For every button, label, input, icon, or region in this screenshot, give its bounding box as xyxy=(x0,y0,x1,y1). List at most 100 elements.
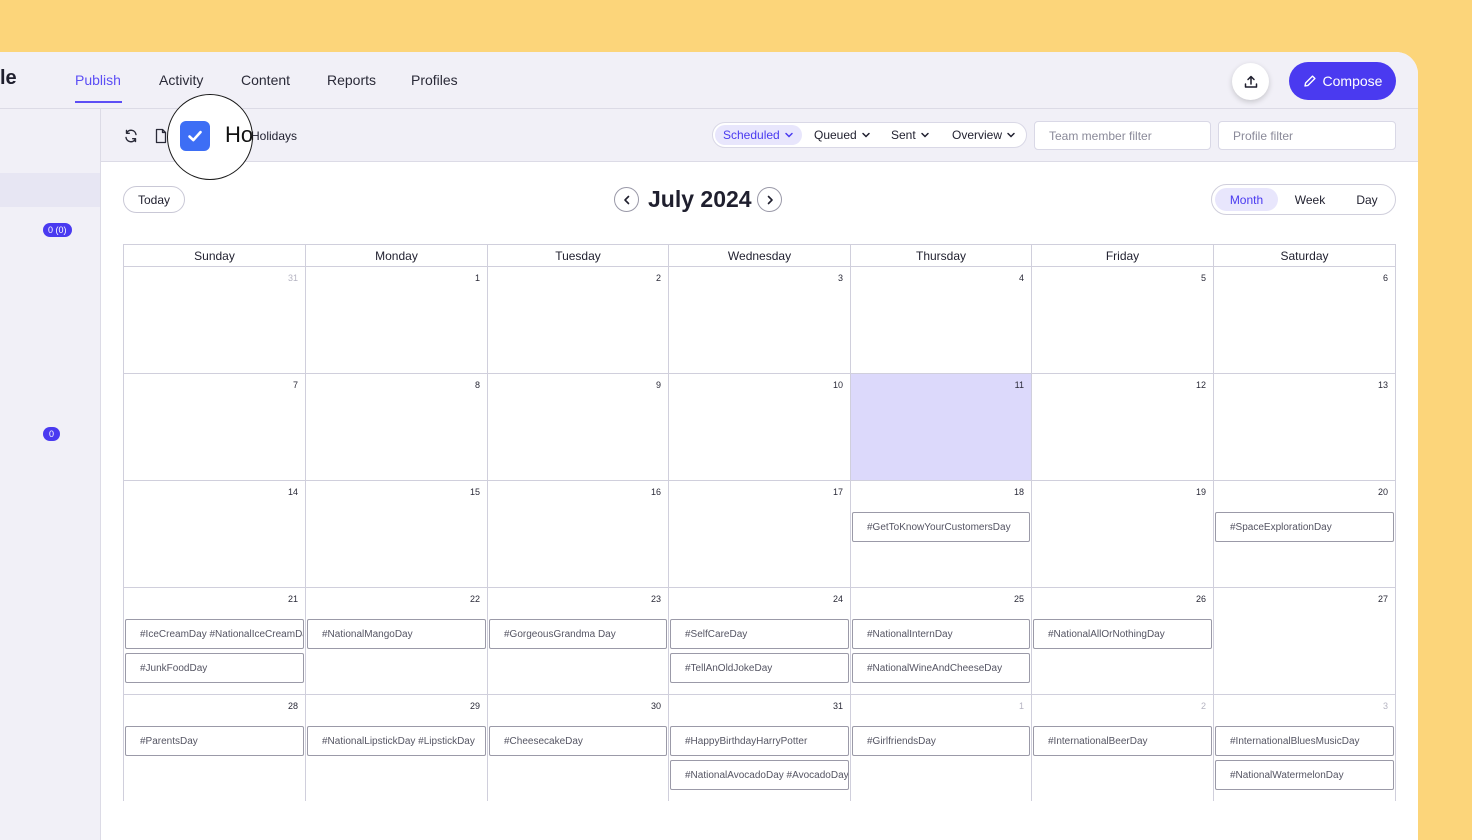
calendar-day-cell[interactable]: 27 xyxy=(1214,588,1395,695)
chevron-left-icon xyxy=(623,195,629,204)
chevron-right-icon xyxy=(767,195,773,204)
upload-icon xyxy=(1244,75,1257,88)
calendar-day-cell[interactable]: 25 #NationalInternDay #NationalWineAndChee… xyxy=(851,588,1032,695)
holiday-event[interactable]: #NationalWineAndCheeseDay xyxy=(852,653,1030,683)
tab-reports[interactable]: Reports xyxy=(327,72,376,88)
holiday-event[interactable]: #NationalMangoDay xyxy=(307,619,486,649)
calendar-day-cell[interactable]: 22 #NationalMangoDay xyxy=(306,588,488,695)
calendar-day-cell[interactable]: 7 xyxy=(124,374,306,481)
calendar-day-cell[interactable]: 20 #SpaceExplorationDay xyxy=(1214,481,1395,588)
team-member-filter-input[interactable]: Team member filter xyxy=(1034,121,1211,150)
weekday-header: Tuesday xyxy=(488,245,669,267)
calendar-day-cell[interactable]: 5 xyxy=(1032,267,1214,374)
calendar-day-cell[interactable]: 18 #GetToKnowYourCustomersDay xyxy=(851,481,1032,588)
view-week-button[interactable]: Week xyxy=(1280,188,1340,211)
holiday-event[interactable]: #InternationalBeerDay xyxy=(1033,726,1212,756)
calendar-day-cell[interactable]: 15 xyxy=(306,481,488,588)
holiday-event[interactable]: #NationalWatermelonDay xyxy=(1215,760,1394,790)
calendar-toolbar: Holidays Ho Scheduled Queued Sent Overvi… xyxy=(101,94,1418,180)
filter-queued[interactable]: Queued xyxy=(806,125,879,145)
filter-scheduled[interactable]: Scheduled xyxy=(715,125,802,145)
holiday-event[interactable]: #GirlfriendsDay xyxy=(852,726,1030,756)
holiday-event[interactable]: #JunkFoodDay xyxy=(125,653,304,683)
calendar-day-cell[interactable]: 30 #CheesecakeDay xyxy=(488,695,669,801)
tab-profiles[interactable]: Profiles xyxy=(411,72,458,88)
calendar-day-cell[interactable]: 3 xyxy=(669,267,851,374)
sidebar-selected-item[interactable] xyxy=(0,173,100,207)
calendar-day-cell[interactable]: 12 xyxy=(1032,374,1214,481)
day-number: 4 xyxy=(1018,273,1024,283)
weekday-header: Thursday xyxy=(851,245,1032,267)
day-number: 2 xyxy=(1200,701,1206,711)
tab-publish[interactable]: Publish xyxy=(75,72,121,88)
day-number: 28 xyxy=(287,701,298,711)
export-button[interactable] xyxy=(1232,63,1269,100)
holiday-event[interactable]: #ParentsDay xyxy=(125,726,304,756)
calendar-day-cell[interactable]: 1 #GirlfriendsDay xyxy=(851,695,1032,801)
day-number: 16 xyxy=(650,487,661,497)
view-month-button[interactable]: Month xyxy=(1215,188,1278,211)
holiday-event[interactable]: #TellAnOldJokeDay xyxy=(670,653,849,683)
holiday-event[interactable]: #SelfCareDay xyxy=(670,619,849,649)
filter-label: Queued xyxy=(814,128,857,142)
calendar-day-cell-today[interactable]: 11 xyxy=(851,374,1032,481)
day-number: 3 xyxy=(1382,701,1388,711)
day-number: 14 xyxy=(287,487,298,497)
calendar-day-cell[interactable]: 9 xyxy=(488,374,669,481)
calendar-day-cell[interactable]: 3 #InternationalBluesMusicDay #NationalWat… xyxy=(1214,695,1395,801)
holiday-event[interactable]: #NationalAvocadoDay #AvocadoDay xyxy=(670,760,849,790)
calendar-day-cell[interactable]: 13 xyxy=(1214,374,1395,481)
holiday-event[interactable]: #InternationalBluesMusicDay xyxy=(1215,726,1394,756)
calendar-day-cell[interactable]: 23 #GorgeousGrandma Day xyxy=(488,588,669,695)
calendar-day-cell[interactable]: 31 #HappyBirthdayHarryPotter #NationalAvoc… xyxy=(669,695,851,801)
tab-content[interactable]: Content xyxy=(241,72,290,88)
calendar-grid: Sunday Monday Tuesday Wednesday Thursday Frid… xyxy=(123,244,1396,801)
compose-button[interactable]: Compose xyxy=(1289,62,1396,100)
tab-activity[interactable]: Activity xyxy=(159,72,203,88)
weekday-header: Monday xyxy=(306,245,488,267)
holiday-event[interactable]: #IceCreamDay #NationalIceCreamDay xyxy=(125,619,304,649)
day-number: 6 xyxy=(1382,273,1388,283)
calendar-day-cell[interactable]: 24 #SelfCareDay #TellAnOldJokeDay xyxy=(669,588,851,695)
calendar-day-cell[interactable]: 14 xyxy=(124,481,306,588)
calendar-day-cell[interactable]: 21 #IceCreamDay #NationalIceCreamDay #Junk… xyxy=(124,588,306,695)
calendar-day-cell[interactable]: 17 xyxy=(669,481,851,588)
filter-overview[interactable]: Overview xyxy=(944,125,1024,145)
day-number: 23 xyxy=(650,594,661,604)
holiday-event[interactable]: #HappyBirthdayHarryPotter xyxy=(670,726,849,756)
holiday-event[interactable]: #CheesecakeDay xyxy=(489,726,667,756)
calendar-day-cell[interactable]: 26 #NationalAllOrNothingDay xyxy=(1032,588,1214,695)
calendar-day-cell[interactable]: 29 #NationalLipstickDay #LipstickDay xyxy=(306,695,488,801)
app-window: le Publish Activity Content Reports Prof… xyxy=(0,52,1418,840)
holiday-event[interactable]: #NationalInternDay xyxy=(852,619,1030,649)
holiday-event[interactable]: #NationalLipstickDay #LipstickDay xyxy=(307,726,486,756)
chevron-down-icon xyxy=(784,132,793,138)
calendar-day-cell[interactable]: 19 xyxy=(1032,481,1214,588)
calendar-day-cell[interactable]: 8 xyxy=(306,374,488,481)
next-month-button[interactable] xyxy=(757,187,782,212)
calendar-day-cell[interactable]: 6 xyxy=(1214,267,1395,374)
sidebar-count-badge: 0 xyxy=(43,427,60,441)
view-day-button[interactable]: Day xyxy=(1342,188,1392,211)
calendar-day-cell[interactable]: 1 xyxy=(306,267,488,374)
calendar-day-cell[interactable]: 31 xyxy=(124,267,306,374)
calendar-day-cell[interactable]: 2 xyxy=(488,267,669,374)
calendar-day-cell[interactable]: 2 #InternationalBeerDay xyxy=(1032,695,1214,801)
holiday-event[interactable]: #SpaceExplorationDay xyxy=(1215,512,1394,542)
calendar-day-cell[interactable]: 16 xyxy=(488,481,669,588)
previous-month-button[interactable] xyxy=(614,187,639,212)
holiday-event[interactable]: #NationalAllOrNothingDay xyxy=(1033,619,1212,649)
holiday-event[interactable]: #GorgeousGrandma Day xyxy=(489,619,667,649)
holidays-label: Holidays xyxy=(251,129,298,143)
refresh-icon[interactable] xyxy=(123,128,139,144)
calendar-day-cell[interactable]: 28 #ParentsDay xyxy=(124,695,306,801)
calendar-day-cell[interactable]: 4 xyxy=(851,267,1032,374)
holiday-event[interactable]: #GetToKnowYourCustomersDay xyxy=(852,512,1030,542)
calendar-day-cell[interactable]: 10 xyxy=(669,374,851,481)
checkmark-icon xyxy=(188,130,202,142)
holidays-checkbox[interactable] xyxy=(180,121,210,151)
day-number: 21 xyxy=(287,594,298,604)
filter-sent[interactable]: Sent xyxy=(883,125,938,145)
profile-filter-input[interactable]: Profile filter xyxy=(1218,121,1396,150)
today-button[interactable]: Today xyxy=(123,186,185,213)
